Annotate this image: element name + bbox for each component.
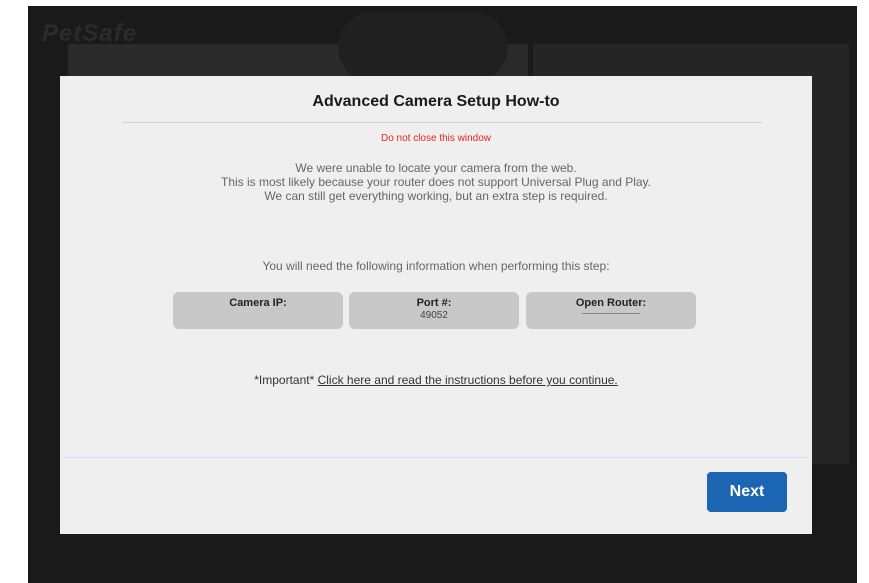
port-box: Port #: 49052	[349, 292, 519, 329]
description-line: We can still get everything working, but…	[264, 189, 608, 203]
instructions-link[interactable]: Click here and read the instructions bef…	[318, 373, 618, 387]
dialog-title: Advanced Camera Setup How-to	[312, 93, 560, 110]
important-note: *Important* Click here and read the inst…	[60, 373, 812, 387]
setup-dialog: Advanced Camera Setup How-to Do not clos…	[60, 76, 812, 534]
port-value: 49052	[420, 310, 448, 321]
open-router-value-line	[582, 313, 640, 314]
warning-text: Do not close this window	[380, 133, 492, 144]
open-router-box[interactable]: Open Router:	[526, 292, 696, 329]
title-divider	[122, 122, 762, 123]
background-logo: PetSafe	[42, 20, 138, 47]
port-label: Port #:	[416, 297, 452, 309]
background-bubble	[338, 12, 508, 82]
open-router-label: Open Router:	[575, 297, 647, 309]
next-button[interactable]: Next	[707, 472, 787, 512]
description-line: We were unable to locate your camera fro…	[295, 161, 577, 175]
description-line: This is most likely because your router …	[221, 175, 651, 189]
important-prefix: *Important*	[254, 373, 315, 387]
need-info-text: You will need the following information …	[262, 259, 610, 273]
footer-divider	[64, 457, 808, 458]
description: We were unable to locate your camera fro…	[60, 161, 812, 203]
camera-ip-label: Camera IP:	[229, 297, 287, 309]
camera-ip-box: Camera IP:	[173, 292, 343, 329]
